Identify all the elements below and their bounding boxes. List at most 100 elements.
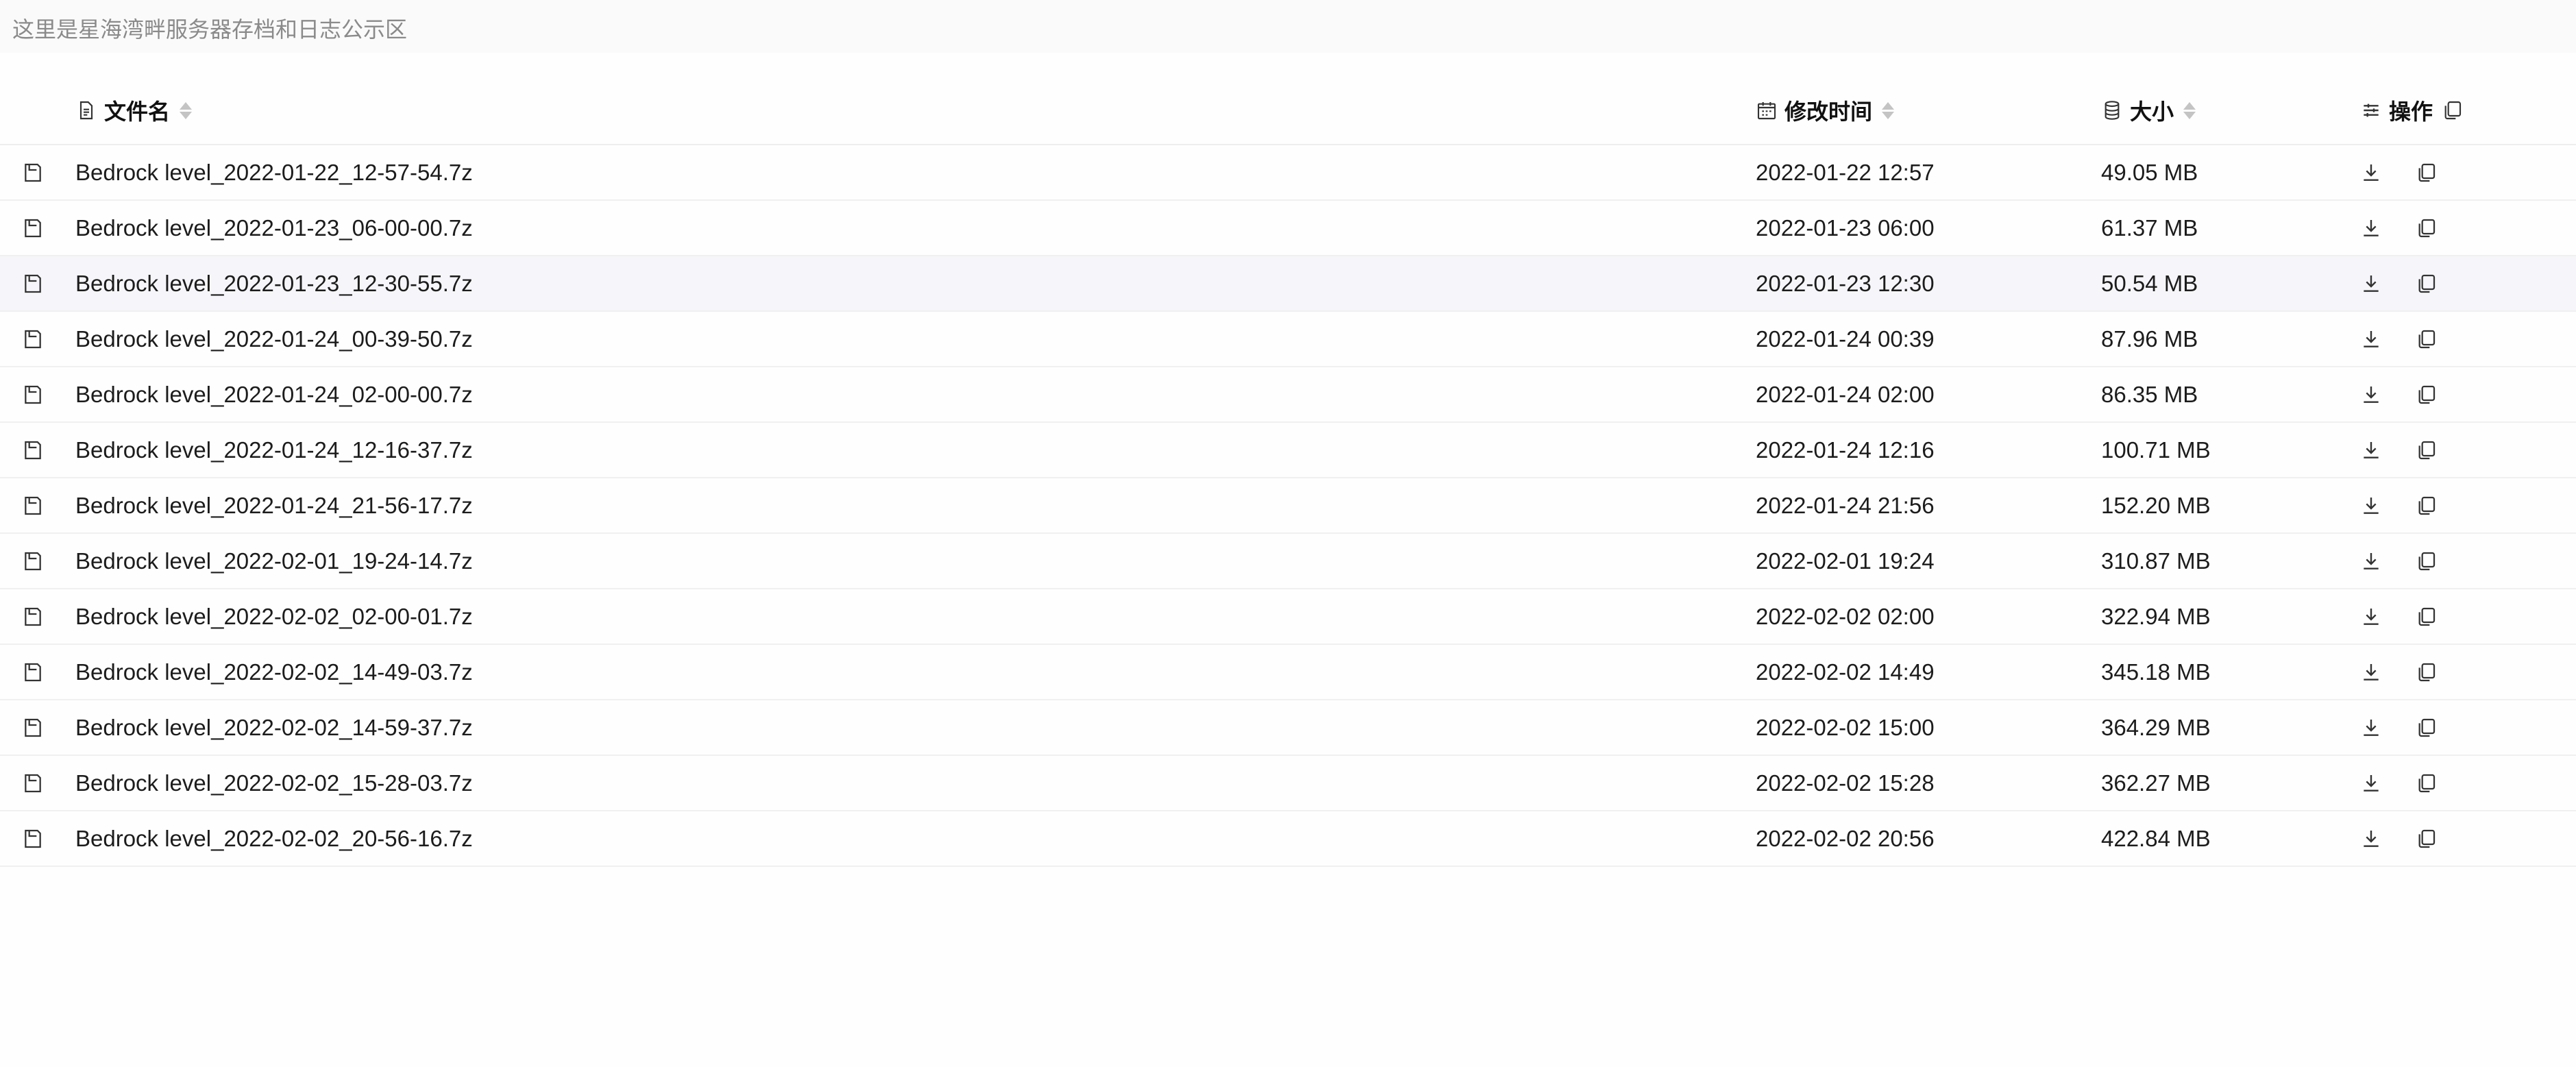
table-header: 文件名 修改时间 大小 操作 — [0, 75, 2576, 145]
file-size: 345.18 MB — [2101, 659, 2211, 685]
table-row[interactable]: Bedrock level_2022-02-01_19-24-14.7z 2022… — [0, 534, 2576, 589]
file-icon — [22, 201, 47, 255]
column-header-actions: 操作 — [2360, 75, 2463, 145]
modified-time: 2022-01-24 00:39 — [1756, 326, 1935, 352]
modified-time: 2022-01-24 02:00 — [1756, 381, 1935, 407]
table-row[interactable]: Bedrock level_2022-01-24_21-56-17.7z 2022… — [0, 478, 2576, 534]
sort-icon[interactable] — [1882, 101, 1895, 119]
sort-icon[interactable] — [180, 101, 193, 119]
file-icon — [22, 256, 47, 310]
file-icon — [22, 534, 47, 588]
modified-time: 2022-01-22 12:57 — [1756, 159, 1935, 185]
file-name[interactable]: Bedrock level_2022-01-22_12-57-54.7z — [75, 145, 473, 199]
download-icon[interactable] — [2360, 811, 2385, 866]
copy-icon[interactable] — [2415, 589, 2440, 643]
copy-icon[interactable] — [2415, 423, 2440, 477]
file-icon — [22, 756, 47, 810]
file-name[interactable]: Bedrock level_2022-01-24_12-16-37.7z — [75, 423, 473, 477]
copy-icon[interactable] — [2415, 478, 2440, 532]
file-name[interactable]: Bedrock level_2022-02-01_19-24-14.7z — [75, 534, 473, 588]
modified-time: 2022-02-02 02:00 — [1756, 603, 1935, 629]
table-row[interactable]: Bedrock level_2022-01-22_12-57-54.7z 2022… — [0, 145, 2576, 201]
file-icon — [22, 589, 47, 643]
modified-time: 2022-02-02 20:56 — [1756, 825, 1935, 851]
download-icon[interactable] — [2360, 700, 2385, 755]
file-name[interactable]: Bedrock level_2022-02-02_02-00-01.7z — [75, 589, 473, 643]
copy-all-icon[interactable] — [2441, 99, 2463, 121]
table-row[interactable]: Bedrock level_2022-02-02_14-59-37.7z 2022… — [0, 700, 2576, 756]
copy-icon[interactable] — [2415, 756, 2440, 810]
download-icon[interactable] — [2360, 478, 2385, 532]
download-icon[interactable] — [2360, 201, 2385, 255]
table-row[interactable]: Bedrock level_2022-01-23_06-00-00.7z 2022… — [0, 201, 2576, 256]
table-row[interactable]: Bedrock level_2022-02-02_14-49-03.7z 2022… — [0, 645, 2576, 700]
file-icon — [22, 423, 47, 477]
file-name[interactable]: Bedrock level_2022-02-02_14-59-37.7z — [75, 700, 473, 755]
notice-text: 这里是星海湾畔服务器存档和日志公示区 — [12, 16, 408, 42]
file-size: 152.20 MB — [2101, 492, 2211, 518]
download-icon[interactable] — [2360, 145, 2385, 199]
column-header-name[interactable]: 文件名 — [75, 75, 193, 145]
download-icon[interactable] — [2360, 756, 2385, 810]
file-size: 87.96 MB — [2101, 326, 2198, 352]
copy-icon[interactable] — [2415, 312, 2440, 366]
file-name[interactable]: Bedrock level_2022-01-23_06-00-00.7z — [75, 201, 473, 255]
sort-icon[interactable] — [2183, 101, 2196, 119]
table-row[interactable]: Bedrock level_2022-02-02_15-28-03.7z 2022… — [0, 756, 2576, 811]
file-size: 49.05 MB — [2101, 159, 2198, 185]
sliders-icon — [2360, 99, 2382, 121]
calendar-icon — [1756, 99, 1778, 121]
file-table: 文件名 修改时间 大小 操作 Bedrock level_2022-01-22_… — [0, 75, 2576, 867]
modified-time: 2022-02-02 14:49 — [1756, 659, 1935, 685]
download-icon[interactable] — [2360, 367, 2385, 421]
table-row[interactable]: Bedrock level_2022-01-24_00-39-50.7z 2022… — [0, 312, 2576, 367]
copy-icon[interactable] — [2415, 645, 2440, 699]
modified-time: 2022-01-24 12:16 — [1756, 437, 1935, 463]
file-name[interactable]: Bedrock level_2022-01-24_00-39-50.7z — [75, 312, 473, 366]
file-icon — [75, 99, 97, 121]
column-header-size-label: 大小 — [2130, 99, 2174, 125]
copy-icon[interactable] — [2415, 145, 2440, 199]
copy-icon[interactable] — [2415, 811, 2440, 866]
table-row[interactable]: Bedrock level_2022-02-02_20-56-16.7z 2022… — [0, 811, 2576, 867]
file-name[interactable]: Bedrock level_2022-01-24_02-00-00.7z — [75, 367, 473, 421]
file-icon — [22, 312, 47, 366]
copy-icon[interactable] — [2415, 201, 2440, 255]
copy-icon[interactable] — [2415, 700, 2440, 755]
column-header-size[interactable]: 大小 — [2101, 75, 2196, 145]
copy-icon[interactable] — [2415, 256, 2440, 310]
table-row[interactable]: Bedrock level_2022-01-23_12-30-55.7z 2022… — [0, 256, 2576, 312]
column-header-time[interactable]: 修改时间 — [1756, 75, 1895, 145]
file-name[interactable]: Bedrock level_2022-02-02_15-28-03.7z — [75, 756, 473, 810]
column-header-name-label: 文件名 — [104, 99, 171, 125]
file-icon — [22, 367, 47, 421]
modified-time: 2022-01-23 12:30 — [1756, 270, 1935, 296]
download-icon[interactable] — [2360, 589, 2385, 643]
download-icon[interactable] — [2360, 423, 2385, 477]
download-icon[interactable] — [2360, 645, 2385, 699]
table-row[interactable]: Bedrock level_2022-02-02_02-00-01.7z 2022… — [0, 589, 2576, 645]
database-icon — [2101, 99, 2123, 121]
modified-time: 2022-02-01 19:24 — [1756, 548, 1935, 574]
file-name[interactable]: Bedrock level_2022-02-02_14-49-03.7z — [75, 645, 473, 699]
table-row[interactable]: Bedrock level_2022-01-24_12-16-37.7z 2022… — [0, 423, 2576, 478]
column-header-actions-label: 操作 — [2389, 99, 2433, 125]
modified-time: 2022-01-23 06:00 — [1756, 214, 1935, 241]
file-icon — [22, 700, 47, 755]
download-icon[interactable] — [2360, 312, 2385, 366]
download-icon[interactable] — [2360, 256, 2385, 310]
file-icon — [22, 478, 47, 532]
copy-icon[interactable] — [2415, 367, 2440, 421]
modified-time: 2022-02-02 15:28 — [1756, 770, 1935, 796]
file-size: 422.84 MB — [2101, 825, 2211, 851]
column-header-time-label: 修改时间 — [1784, 99, 1873, 125]
file-name[interactable]: Bedrock level_2022-01-24_21-56-17.7z — [75, 478, 473, 532]
file-icon — [22, 811, 47, 866]
file-size: 364.29 MB — [2101, 714, 2211, 740]
file-name[interactable]: Bedrock level_2022-02-02_20-56-16.7z — [75, 811, 473, 866]
file-icon — [22, 645, 47, 699]
copy-icon[interactable] — [2415, 534, 2440, 588]
download-icon[interactable] — [2360, 534, 2385, 588]
file-name[interactable]: Bedrock level_2022-01-23_12-30-55.7z — [75, 256, 473, 310]
table-row[interactable]: Bedrock level_2022-01-24_02-00-00.7z 2022… — [0, 367, 2576, 423]
